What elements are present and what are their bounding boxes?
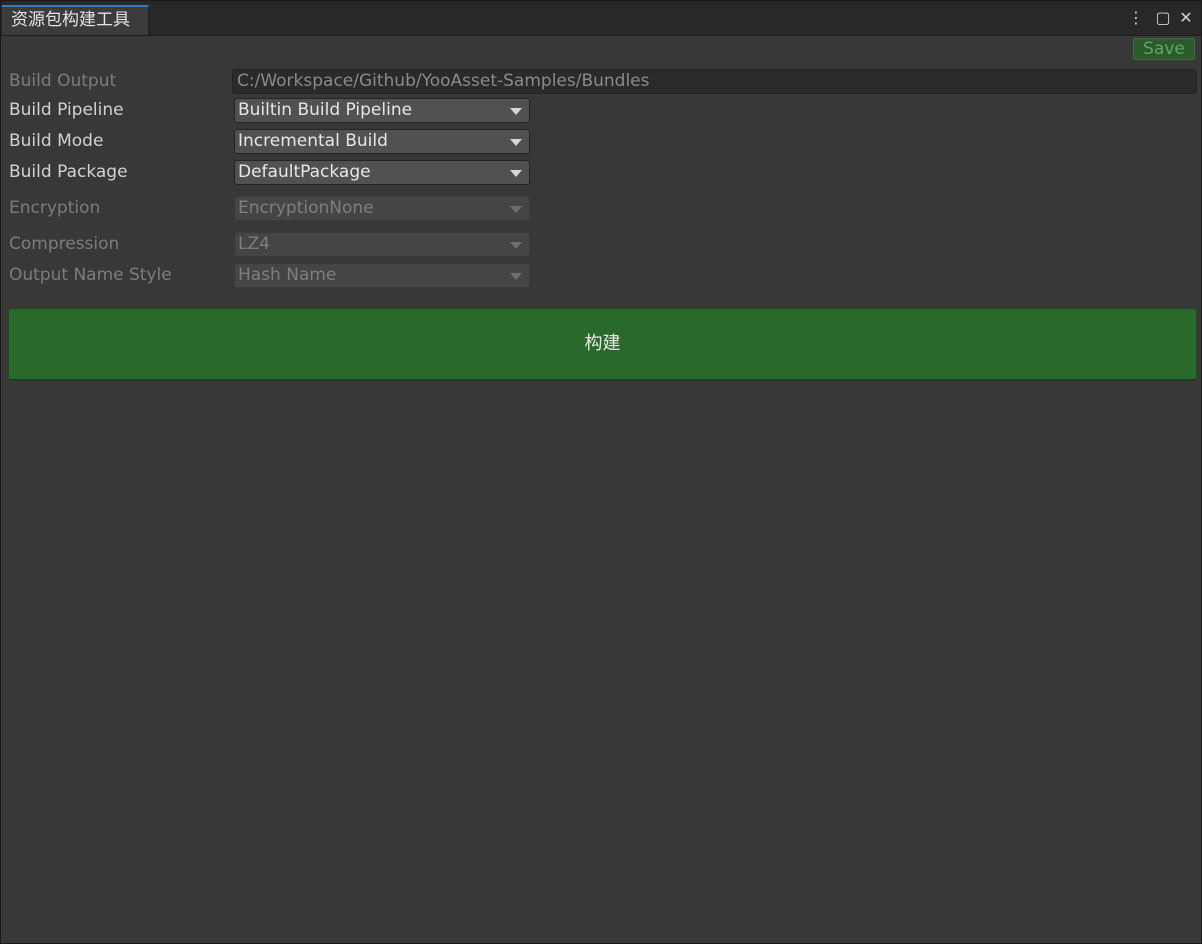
editor-window: 资源包构建工具 ⋮ ▢ ✕ Save Build Output C:/Works… bbox=[0, 0, 1202, 944]
more-options-icon[interactable]: ⋮ bbox=[1127, 8, 1145, 28]
build-mode-row: Build Mode Incremental Build bbox=[1, 128, 1201, 155]
output-name-style-dropdown: Hash Name bbox=[234, 263, 530, 288]
build-output-row: Build Output C:/Workspace/Github/YooAsse… bbox=[1, 68, 1201, 95]
dropdown-arrow-icon bbox=[510, 108, 522, 115]
build-mode-label: Build Mode bbox=[9, 131, 104, 151]
dropdown-arrow-icon bbox=[510, 242, 522, 249]
dropdown-arrow-icon bbox=[510, 273, 522, 280]
build-output-label: Build Output bbox=[9, 71, 117, 91]
save-button[interactable]: Save bbox=[1133, 38, 1195, 60]
compression-value: LZ4 bbox=[238, 234, 270, 254]
encryption-row: Encryption EncryptionNone bbox=[1, 195, 1201, 222]
build-mode-value: Incremental Build bbox=[238, 131, 388, 151]
compression-row: Compression LZ4 bbox=[1, 231, 1201, 258]
toolbar: Save bbox=[1, 36, 1201, 65]
maximize-icon[interactable]: ▢ bbox=[1154, 8, 1172, 28]
build-package-label: Build Package bbox=[9, 162, 128, 182]
dropdown-arrow-icon bbox=[510, 170, 522, 177]
build-package-dropdown[interactable]: DefaultPackage bbox=[234, 160, 530, 185]
output-name-style-row: Output Name Style Hash Name bbox=[1, 262, 1201, 289]
output-name-style-value: Hash Name bbox=[238, 265, 337, 285]
encryption-dropdown: EncryptionNone bbox=[234, 196, 530, 221]
build-pipeline-dropdown[interactable]: Builtin Build Pipeline bbox=[234, 98, 530, 123]
build-package-row: Build Package DefaultPackage bbox=[1, 159, 1201, 186]
dropdown-arrow-icon bbox=[510, 206, 522, 213]
build-pipeline-label: Build Pipeline bbox=[9, 100, 124, 120]
encryption-value: EncryptionNone bbox=[238, 198, 374, 218]
encryption-label: Encryption bbox=[9, 198, 101, 218]
compression-dropdown: LZ4 bbox=[234, 232, 530, 257]
close-icon[interactable]: ✕ bbox=[1177, 8, 1195, 28]
output-name-style-label: Output Name Style bbox=[9, 265, 172, 285]
tab-bar: 资源包构建工具 ⋮ ▢ ✕ bbox=[1, 1, 1201, 36]
dropdown-arrow-icon bbox=[510, 139, 522, 146]
tab-asset-bundle-builder[interactable]: 资源包构建工具 bbox=[2, 5, 149, 35]
build-button[interactable]: 构建 bbox=[8, 308, 1197, 381]
compression-label: Compression bbox=[9, 234, 120, 254]
build-pipeline-row: Build Pipeline Builtin Build Pipeline bbox=[1, 97, 1201, 124]
build-output-field[interactable]: C:/Workspace/Github/YooAsset-Samples/Bun… bbox=[232, 69, 1197, 94]
build-mode-dropdown[interactable]: Incremental Build bbox=[234, 129, 530, 154]
build-pipeline-value: Builtin Build Pipeline bbox=[238, 100, 413, 120]
build-package-value: DefaultPackage bbox=[238, 162, 371, 182]
